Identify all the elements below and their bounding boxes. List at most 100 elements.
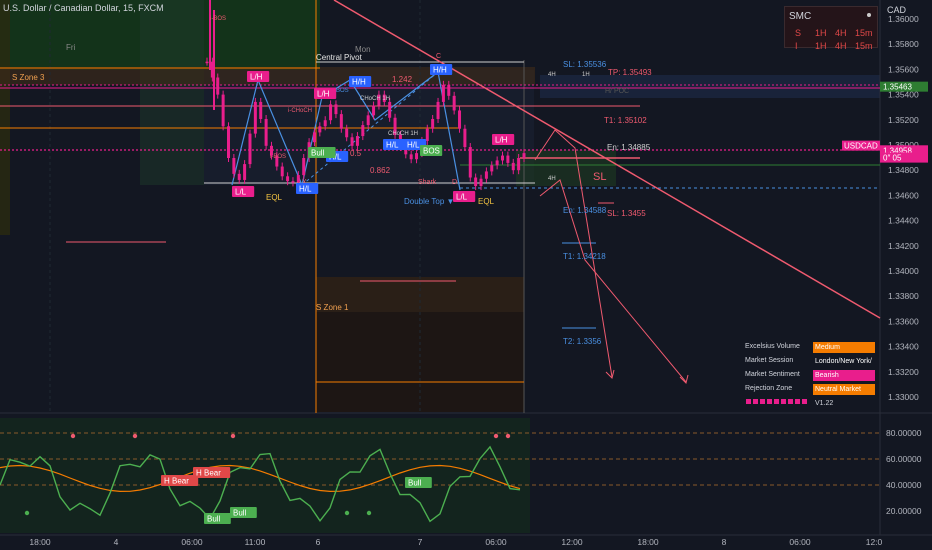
price-tick-label: 1.34400 xyxy=(888,216,919,226)
time-tick-label: 11:00 xyxy=(245,537,266,547)
harmonic-label: Shark xyxy=(418,179,437,186)
lh-tag: L/H xyxy=(495,136,508,145)
time-tick-label: 06:00 xyxy=(181,537,203,547)
price-tick-label: 1.34800 xyxy=(888,165,919,175)
price-badge: 1.35463 xyxy=(883,83,912,92)
time-tick-label: 18:00 xyxy=(637,537,659,547)
price-tick-label: 1.34600 xyxy=(888,190,919,200)
candle-body xyxy=(323,120,327,127)
zone-label: S Zone 1 xyxy=(316,303,349,312)
time-tick-label: 18:00 xyxy=(29,537,51,547)
price-tick-label: 1.36000 xyxy=(888,14,919,24)
candle-body xyxy=(334,104,338,115)
candle-body xyxy=(237,173,241,180)
day-label: Mon xyxy=(355,45,371,54)
bull-tag: Bull xyxy=(207,515,221,524)
ibos-label: i-BOS xyxy=(210,16,226,22)
candle-body xyxy=(436,101,440,119)
price-tick-label: 1.33400 xyxy=(888,342,919,352)
hh-tag: H/H xyxy=(352,78,366,87)
price-tick-label: 1.34200 xyxy=(888,241,919,251)
time-tick-label: 6 xyxy=(316,537,321,547)
eql-label: EQL xyxy=(478,197,495,206)
osc-signal-dot xyxy=(505,433,511,439)
bos-label: BOS xyxy=(336,88,349,94)
candle-body xyxy=(372,105,376,116)
candle-body xyxy=(517,158,521,171)
price-badge: USDCAD xyxy=(844,142,878,151)
candle-body xyxy=(409,154,413,160)
candle-body xyxy=(216,77,220,95)
candle-body xyxy=(318,126,322,133)
candle-body xyxy=(280,166,284,177)
info-label: Excelsius Volume xyxy=(745,343,800,350)
candle-body xyxy=(490,165,494,172)
smc-cell: 1H xyxy=(815,28,827,38)
candle-body xyxy=(415,153,419,160)
tf-label: 4H xyxy=(548,176,556,182)
time-tick-label: 06:00 xyxy=(485,537,507,547)
candle-body xyxy=(243,164,247,180)
candle-body xyxy=(248,133,252,165)
osc-tick-label: 60.00000 xyxy=(886,454,922,464)
candle-body xyxy=(506,155,510,163)
double-top-label: Double Top ▼ xyxy=(404,197,454,206)
price-tick-label: 1.35800 xyxy=(888,39,919,49)
candle-body xyxy=(221,94,225,127)
candle-body xyxy=(425,128,429,141)
smc-title: SMC xyxy=(789,11,812,22)
candle-body xyxy=(447,84,451,96)
osc-tick-label: 80.00000 xyxy=(886,428,922,438)
fib-label: 0.862 xyxy=(370,166,391,175)
candle-body xyxy=(296,175,300,183)
candle-body xyxy=(259,101,263,119)
sl-bottom-label: SL: 1.3455 xyxy=(607,209,646,218)
sl-label: SL xyxy=(593,171,606,183)
osc-tick-label: 20.00000 xyxy=(886,506,922,516)
candle-body xyxy=(232,158,236,174)
price-tick-label: 1.33600 xyxy=(888,316,919,326)
candle-body xyxy=(355,136,359,146)
lh-tag: L/H xyxy=(317,90,330,99)
currency-label: CAD xyxy=(887,5,907,15)
candle-body xyxy=(350,137,354,146)
time-tick-label: 06:00 xyxy=(789,537,811,547)
hl-tag: H/L xyxy=(386,141,399,150)
ll-tag: L/L xyxy=(235,188,247,197)
osc-green-shade xyxy=(0,418,530,533)
candle-body xyxy=(226,126,230,159)
left-zone-strip xyxy=(0,0,10,235)
info-row-session: Market Session London/New York/ xyxy=(745,355,875,369)
tp-top-label: TP: 1.35493 xyxy=(608,68,652,77)
price-tick-label: 1.33200 xyxy=(888,367,919,377)
day-label: Fri xyxy=(66,43,76,52)
sl-top-label: SL: 1.35536 xyxy=(563,60,607,69)
fib-label: 1.242 xyxy=(392,75,413,84)
pivot-label: Central Pivot xyxy=(316,53,363,62)
info-label: Market Sentiment xyxy=(745,371,800,378)
time-tick-label: 7 xyxy=(418,537,423,547)
time-tick-label: 4 xyxy=(114,537,119,547)
harmonic-label: D xyxy=(452,179,457,186)
candle-body xyxy=(329,104,333,121)
osc-signal-dot xyxy=(230,433,236,439)
candle-body xyxy=(253,101,257,134)
osc-tick-label: 40.00000 xyxy=(886,480,922,490)
candle-body xyxy=(264,118,268,146)
candle-body xyxy=(495,160,499,166)
entry-top-label: En: 1.34885 xyxy=(607,143,651,152)
smc-row: I 1H 4H 15m xyxy=(785,40,877,53)
hl-tag: H/L xyxy=(299,185,312,194)
smc-status-dot xyxy=(867,13,871,17)
candle-body xyxy=(441,84,445,102)
info-value: Neutral Market xyxy=(813,384,875,395)
t1-top-label: T1: 1.35102 xyxy=(604,116,647,125)
symbol-title: U.S. Dollar / Canadian Dollar, 15, FXCM xyxy=(3,3,164,13)
info-row-volume: Excelsius Volume Medium xyxy=(745,341,875,355)
trading-chart[interactable]: U.S. Dollar / Canadian Dollar, 15, FXCM S… xyxy=(0,0,932,550)
en-bottom-label: En: 1.34588 xyxy=(563,206,607,215)
candle-body xyxy=(468,147,472,178)
info-label: Rejection Zone xyxy=(745,385,793,392)
smc-cell: 15m xyxy=(855,28,873,38)
price-tick-label: 1.35600 xyxy=(888,64,919,74)
